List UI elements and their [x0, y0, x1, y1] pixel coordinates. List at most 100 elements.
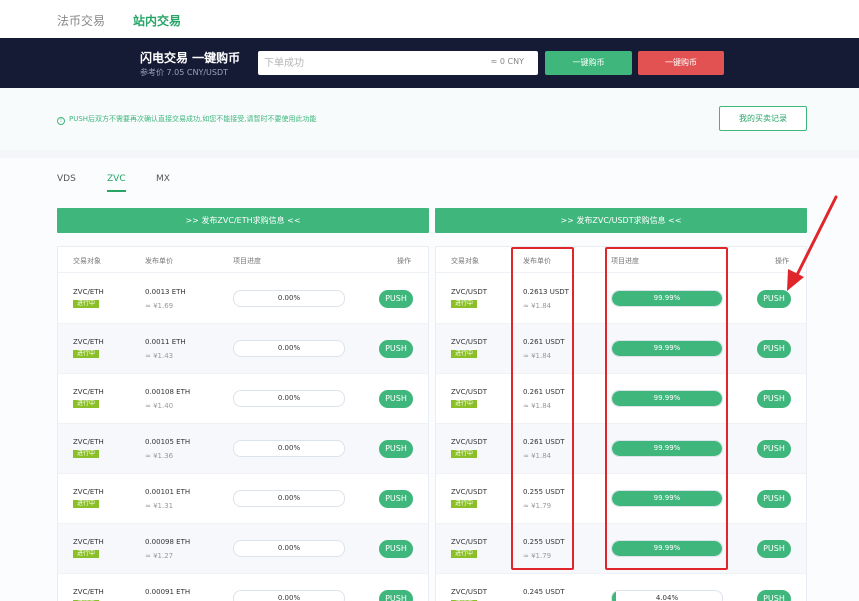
status-badge: 进行中	[73, 550, 100, 558]
price-highlight-box	[511, 247, 574, 570]
pair-label: ZVC/USDT	[451, 488, 488, 496]
status-badge: 进行中	[73, 350, 100, 358]
flash-title: 闪电交易 一键购币	[140, 51, 241, 65]
unit-price: 0.00091 ETH	[145, 588, 191, 596]
eth-orders-panel: 交易对象 发布单价 项目进度 操作 ZVC/ETH 进行中 0.0013 ETH ≈ …	[57, 246, 429, 601]
push-button[interactable]: PUSH	[379, 540, 413, 558]
status-badge: 进行中	[73, 400, 100, 408]
progress-bar: 0.00%	[233, 340, 345, 357]
reference-price: 参考价 7.05 CNY/USDT	[140, 68, 229, 77]
header-price: 发布单价	[145, 257, 173, 265]
progress-bar: 0.00%	[233, 440, 345, 457]
pair-label: ZVC/USDT	[451, 588, 488, 596]
one-click-sell-button[interactable]: 一键购币	[638, 51, 724, 75]
status-badge: 进行中	[73, 300, 100, 308]
table-row: ZVC/ETH 进行中 0.00101 ETH ≈ ¥1.31 0.00% PUSH	[58, 474, 428, 524]
one-click-buy-button[interactable]: 一键购币	[545, 51, 632, 75]
pair-label: ZVC/ETH	[73, 338, 104, 346]
push-button[interactable]: PUSH	[757, 340, 791, 358]
header-action: 操作	[397, 257, 411, 265]
status-badge: 进行中	[451, 500, 478, 508]
push-button[interactable]: PUSH	[757, 290, 791, 308]
progress-percent: 0.00%	[277, 344, 301, 352]
publish-eth-request-button[interactable]: >> 发布ZVC/ETH求购信息 <<	[57, 208, 429, 233]
progress-bar: 0.00%	[233, 490, 345, 507]
table-row: ZVC/ETH 进行中 0.00108 ETH ≈ ¥1.40 0.00% PUSH	[58, 374, 428, 424]
market-area: VDS ZVC MX >> 发布ZVC/ETH求购信息 << >> 发布ZVC/…	[0, 158, 859, 601]
progress-percent: 0.00%	[277, 294, 301, 302]
push-button[interactable]: PUSH	[757, 440, 791, 458]
push-button[interactable]: PUSH	[379, 490, 413, 508]
push-button[interactable]: PUSH	[757, 540, 791, 558]
unit-price: 0.00108 ETH	[145, 388, 191, 396]
progress-bar: 4.04%	[611, 590, 723, 601]
header-progress: 项目进度	[233, 257, 261, 265]
progress-percent: 0.00%	[277, 444, 301, 452]
unit-price: 0.00105 ETH	[145, 438, 191, 446]
publish-usdt-request-button[interactable]: >> 发布ZVC/USDT求购信息 <<	[435, 208, 807, 233]
unit-price: 0.245 USDT	[523, 588, 565, 596]
pair-label: ZVC/USDT	[451, 338, 488, 346]
progress-bar: 0.00%	[233, 540, 345, 557]
tab-onsite-trade[interactable]: 站内交易	[133, 12, 182, 40]
table-row: ZVC/ETH进行中0.00091 ETH0.00%PUSH	[58, 574, 428, 601]
table-row: ZVC/ETH 进行中 0.00098 ETH ≈ ¥1.27 0.00% PUSH	[58, 524, 428, 574]
cny-price: ≈ ¥1.31	[145, 502, 174, 510]
progress-percent: 0.00%	[277, 594, 301, 601]
info-icon: !	[57, 117, 65, 125]
progress-highlight-box	[605, 247, 728, 570]
cny-estimate: ≈ 0 CNY	[490, 57, 524, 66]
push-notice-text: PUSH后双方不需要再次确认直接交易成功,如您不能接受,请暂时不要使用此功能	[69, 115, 317, 123]
notice-bar: ! PUSH后双方不需要再次确认直接交易成功,如您不能接受,请暂时不要使用此功能 …	[0, 88, 859, 150]
progress-bar: 0.00%	[233, 290, 345, 307]
status-badge: 进行中	[451, 300, 478, 308]
pair-label: ZVC/ETH	[73, 588, 104, 596]
cny-price: ≈ ¥1.36	[145, 452, 174, 460]
push-button[interactable]: PUSH	[379, 440, 413, 458]
coin-tab-vds[interactable]: VDS	[57, 174, 76, 184]
pair-label: ZVC/ETH	[73, 388, 104, 396]
progress-percent: 0.00%	[277, 544, 301, 552]
pair-label: ZVC/ETH	[73, 438, 104, 446]
progress-bar: 0.00%	[233, 390, 345, 407]
pair-label: ZVC/USDT	[451, 438, 488, 446]
push-button[interactable]: PUSH	[757, 590, 791, 601]
cny-price: ≈ ¥1.69	[145, 302, 174, 310]
push-button[interactable]: PUSH	[757, 490, 791, 508]
status-badge: 进行中	[451, 450, 478, 458]
my-trade-records-button[interactable]: 我的买卖记录	[719, 106, 807, 131]
pair-label: ZVC/USDT	[451, 288, 488, 296]
progress-percent: 4.04%	[655, 594, 679, 601]
push-button[interactable]: PUSH	[379, 590, 413, 601]
push-button[interactable]: PUSH	[757, 390, 791, 408]
unit-price: 0.00098 ETH	[145, 538, 191, 546]
header-pair: 交易对象	[73, 257, 101, 265]
status-badge: 进行中	[451, 550, 478, 558]
unit-price: 0.00101 ETH	[145, 488, 191, 496]
table-row: ZVC/ETH 进行中 0.0011 ETH ≈ ¥1.43 0.00% PUSH	[58, 324, 428, 374]
table-row: ZVC/USDT进行中0.245 USDT4.04%PUSH	[436, 574, 806, 601]
status-badge: 进行中	[73, 500, 100, 508]
progress-percent: 0.00%	[277, 394, 301, 402]
status-badge: 进行中	[451, 400, 478, 408]
top-nav: 法币交易 站内交易	[0, 0, 859, 40]
table-row: ZVC/ETH 进行中 0.00105 ETH ≈ ¥1.36 0.00% PUSH	[58, 424, 428, 474]
pair-label: ZVC/ETH	[73, 488, 104, 496]
push-button[interactable]: PUSH	[379, 290, 413, 308]
cny-price: ≈ ¥1.40	[145, 402, 174, 410]
header-action: 操作	[775, 257, 789, 265]
coin-tab-mx[interactable]: MX	[156, 174, 170, 184]
push-notice: ! PUSH后双方不需要再次确认直接交易成功,如您不能接受,请暂时不要使用此功能	[57, 114, 317, 125]
pair-label: ZVC/USDT	[451, 538, 488, 546]
pair-label: ZVC/ETH	[73, 538, 104, 546]
unit-price: 0.0011 ETH	[145, 338, 186, 346]
cny-price: ≈ ¥1.43	[145, 352, 174, 360]
coin-tab-zvc[interactable]: ZVC	[107, 174, 126, 192]
tab-fiat-trade[interactable]: 法币交易	[57, 12, 105, 29]
header-pair: 交易对象	[451, 257, 479, 265]
cny-price: ≈ ¥1.27	[145, 552, 174, 560]
amount-input[interactable]	[264, 51, 474, 75]
push-button[interactable]: PUSH	[379, 340, 413, 358]
amount-field[interactable]: ≈ 0 CNY	[258, 51, 538, 75]
push-button[interactable]: PUSH	[379, 390, 413, 408]
